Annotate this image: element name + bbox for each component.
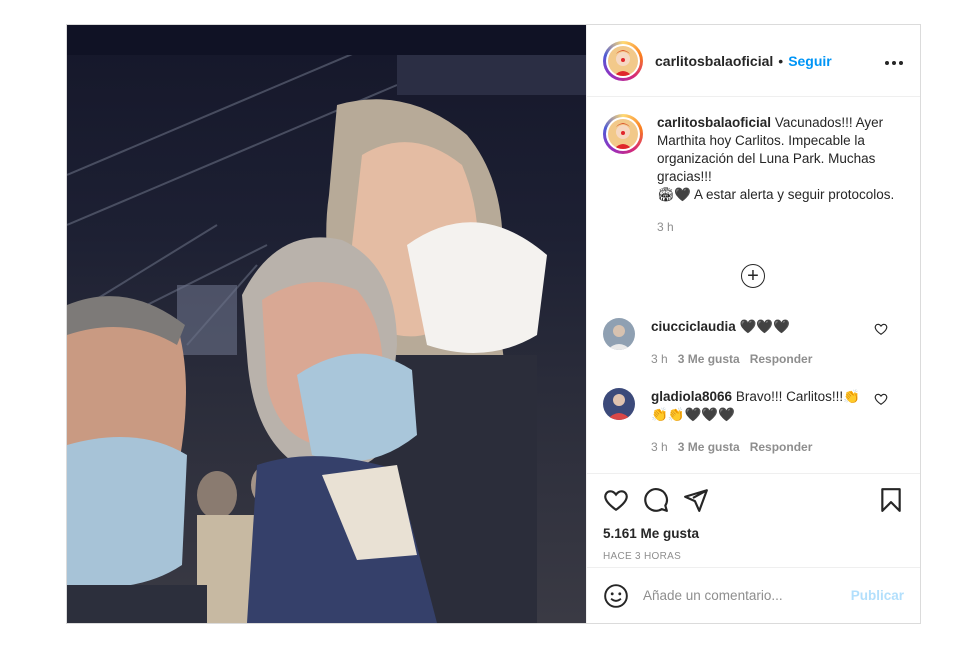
caption-text-2: 🏟🖤 A estar alerta y seguir protocolos. <box>657 187 895 202</box>
comment-item: gladiola8066 Bravo!!! Carlitos!!!👏👏👏🖤🖤🖤 … <box>603 388 904 456</box>
comment-input[interactable] <box>643 588 851 603</box>
save-bookmark-icon[interactable] <box>878 487 904 513</box>
share-send-icon[interactable] <box>683 487 709 513</box>
commenter-avatar[interactable] <box>603 318 635 350</box>
author-username[interactable]: carlitosbalaoficial <box>655 53 773 69</box>
author-avatar[interactable] <box>603 40 643 81</box>
emoji-smiley-icon[interactable] <box>603 583 629 609</box>
comment-time[interactable]: 3 h <box>651 350 668 368</box>
follow-button[interactable]: Seguir <box>788 53 832 69</box>
post-side-panel: carlitosbalaoficial • Seguir carlitosbal… <box>586 25 920 623</box>
reply-button[interactable]: Responder <box>750 438 813 456</box>
publish-button[interactable]: Publicar <box>851 588 904 603</box>
post-photo[interactable] <box>67 25 586 623</box>
comment-text: 🖤🖤🖤 <box>739 319 790 334</box>
selfie-photo-illustration <box>67 25 586 623</box>
post-actions: 5.161 Me gusta HACE 3 HORAS <box>587 473 920 562</box>
caption-username[interactable]: carlitosbalaoficial <box>657 115 771 130</box>
commenter-photo-icon <box>603 388 635 420</box>
comment-meta: 3 h 3 Me gusta Responder <box>651 438 865 456</box>
comment-body: ciucciclaudia 🖤🖤🖤 3 h 3 Me gusta Respond… <box>651 318 865 368</box>
comment-likes[interactable]: 3 Me gusta <box>678 350 740 368</box>
like-comment-heart-icon[interactable] <box>874 322 888 336</box>
comment-body: gladiola8066 Bravo!!! Carlitos!!!👏👏👏🖤🖤🖤 … <box>651 388 865 456</box>
caption-time[interactable]: 3 h <box>657 218 904 236</box>
load-more-comments-button[interactable]: + <box>741 264 765 288</box>
clown-avatar-icon <box>608 119 638 149</box>
comment-likes[interactable]: 3 Me gusta <box>678 438 740 456</box>
instagram-post: carlitosbalaoficial • Seguir carlitosbal… <box>66 24 921 624</box>
action-icons <box>603 484 904 516</box>
post-caption: carlitosbalaoficial Vacunados!!! Ayer Ma… <box>603 114 904 236</box>
reply-button[interactable]: Responder <box>750 350 813 368</box>
caption-avatar[interactable] <box>603 114 643 154</box>
comment-bubble-icon[interactable] <box>643 487 669 513</box>
comment-item: ciucciclaudia 🖤🖤🖤 3 h 3 Me gusta Respond… <box>603 318 904 368</box>
comments-area: carlitosbalaoficial Vacunados!!! Ayer Ma… <box>587 98 920 473</box>
caption-text-block: carlitosbalaoficial Vacunados!!! Ayer Ma… <box>657 114 904 236</box>
plus-icon: + <box>747 265 759 287</box>
comment-time[interactable]: 3 h <box>651 438 668 456</box>
comment-username[interactable]: ciucciclaudia <box>651 319 736 334</box>
comment-meta: 3 h 3 Me gusta Responder <box>651 350 865 368</box>
commenter-avatar[interactable] <box>603 388 635 420</box>
post-time-ago[interactable]: HACE 3 HORAS <box>603 551 904 562</box>
clown-avatar-icon <box>608 45 638 76</box>
like-comment-heart-icon[interactable] <box>874 392 888 406</box>
like-heart-icon[interactable] <box>603 487 629 513</box>
commenter-photo-icon <box>603 318 635 350</box>
comment-username[interactable]: gladiola8066 <box>651 389 732 404</box>
separator-dot: • <box>778 52 784 69</box>
add-comment-bar: Publicar <box>587 567 920 623</box>
more-options-icon[interactable] <box>884 50 904 71</box>
post-header: carlitosbalaoficial • Seguir <box>587 25 920 97</box>
likes-count[interactable]: 5.161 Me gusta <box>603 526 904 541</box>
